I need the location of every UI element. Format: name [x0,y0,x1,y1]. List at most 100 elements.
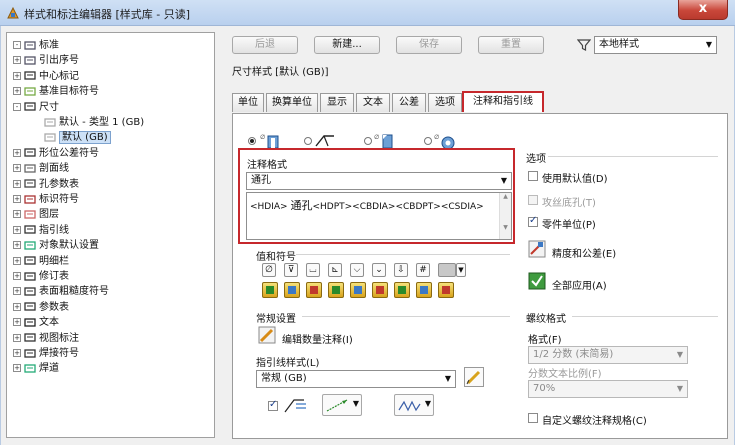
more-symbols-icon[interactable] [438,263,456,277]
part-units-checkbox[interactable] [528,215,538,227]
tree-expander-icon[interactable]: + [13,179,21,188]
tree-expander-icon[interactable]: + [13,318,21,327]
tree-item-hatch[interactable]: + 剖面线 [13,162,69,176]
cosmetic-thread-token-icon[interactable] [438,282,454,298]
apply-all-button-label[interactable]: 全部应用(A) [552,277,607,292]
chevron-down-icon[interactable]: ▼ [456,263,466,277]
radio-callout-note[interactable] [424,137,432,145]
thread-size-token-icon[interactable] [350,282,366,298]
tab-notes-leaders[interactable]: 注释和指引线 [462,91,544,112]
tree-item-leader[interactable]: + 指引线 [13,224,69,238]
edit-note-button-label[interactable]: 编辑数量注释(I) [282,331,353,346]
close-button[interactable]: x [678,0,728,20]
diameter-symbol-icon[interactable]: ∅ [262,263,276,277]
leader-style-dropdown[interactable]: ▼ [394,394,434,416]
hole-type-token-icon[interactable] [262,282,278,298]
precision-icon[interactable] [528,240,546,258]
tree-expander-icon[interactable]: + [13,364,21,373]
tree-expander-icon[interactable]: + [13,302,21,311]
note-format-text[interactable]: <HDIA> 通孔<HDPT><CBDIA><CBDPT><CSDIA> ▲ ▼ [246,192,512,240]
hole-size-token-icon[interactable] [328,282,344,298]
tree-item-weld-bead[interactable]: + 焊道 [13,362,59,376]
tree-expander-icon[interactable]: + [13,87,21,96]
apply-all-icon[interactable] [528,272,546,290]
precision-button-label[interactable]: 精度和公差(E) [552,245,616,260]
tree-item-parameter-table[interactable]: + 参数表 [13,301,69,315]
pattern-token-icon[interactable] [394,282,410,298]
cone-symbol-icon[interactable]: ⌵ [350,263,364,277]
tree-expander-icon[interactable]: + [13,241,21,250]
thru-symbol-icon[interactable]: ⇩ [394,263,408,277]
depth-symbol-icon[interactable]: ⊽ [284,263,298,277]
tree-item-balloon[interactable]: + 引出序号 [13,54,79,68]
tab-tolerance[interactable]: 公差 [392,93,426,112]
tree-expander-icon[interactable]: + [13,148,21,157]
tree-item-datum-target[interactable]: + 基准目标符号 [13,85,99,99]
new-button[interactable]: 新建... [314,36,380,54]
zigzag-leader-icon [398,400,421,412]
tree-expander-icon[interactable]: + [13,333,21,342]
tree-expander-icon[interactable]: + [13,349,21,357]
tab-options[interactable]: 选项 [428,93,462,112]
tree-item-parts-list[interactable]: + 明细栏 [13,255,69,269]
tab-display[interactable]: 显示 [320,93,354,112]
fraction-scale-select[interactable]: 70% ▼ [528,380,688,398]
tree-item-weld-symbol[interactable]: + 焊接符号 [13,347,79,361]
tree-expander-icon[interactable]: + [13,287,21,296]
thread-class-token-icon[interactable] [284,282,300,298]
tab-alt-units[interactable]: 换算单位 [266,93,318,112]
save-button[interactable]: 保存 [396,36,462,54]
tree-item-layer[interactable]: + 图层 [13,208,59,222]
tree-expander-icon[interactable]: + [13,195,21,203]
tab-text[interactable]: 文本 [356,93,390,112]
note-scrollbar[interactable]: ▲ ▼ [499,193,511,239]
tree-expander-icon[interactable]: + [13,71,21,80]
tree-item-surface-finish[interactable]: + 表面粗糙度符号 [13,285,109,299]
tree-item-object-defaults[interactable]: + 对象默认设置 [13,239,99,253]
tree-item-text[interactable]: + 文本 [13,316,59,330]
tree-expander-icon[interactable]: - [13,102,21,111]
custom-thread-checkbox[interactable] [528,413,538,423]
tree-expander-icon[interactable]: - [13,41,21,49]
tab-units[interactable]: 单位 [232,93,264,112]
number-symbol-icon[interactable]: # [416,263,430,277]
pencil-icon[interactable] [464,367,484,387]
tree-item-standard[interactable]: - 标准 [13,39,59,53]
tree-item-hole-table[interactable]: + 孔参数表 [13,178,79,192]
radio-chamfer-note[interactable] [364,137,372,145]
tree-item-revision-table[interactable]: + 修订表 [13,270,69,284]
tree-item-id-symbol[interactable]: + 标识符号 [13,193,79,207]
leader-attach-dropdown[interactable]: ▼ [322,394,362,416]
edit-note-icon[interactable] [258,326,276,344]
tree-item-dimension[interactable]: - 尺寸 [13,101,59,115]
fastener-token-icon[interactable] [306,282,322,298]
style-filter-select[interactable]: 本地样式 ▼ [594,36,717,54]
note-type-select[interactable]: 通孔 ▼ [246,172,512,190]
tree-expander-icon[interactable]: + [13,56,21,65]
tree-expander-icon[interactable]: + [13,256,21,265]
back-button[interactable]: 后退 [232,36,298,54]
tree-item-gdt[interactable]: + 形位公差符号 [13,147,99,161]
counterbore-checkbox[interactable] [528,195,538,205]
use-default-checkbox[interactable] [528,171,538,181]
tree-item-dim-type[interactable]: 默认 - 类型 1 (GB) [33,116,144,130]
style-tree[interactable]: - 标准 + 引出序号 + 中心标记 + 基准目标符号 - 尺寸 默认 - 类型 1 (GB) 默认 … [6,32,215,438]
spotface-symbol-icon[interactable]: ⌄ [372,263,386,277]
counterbore-depth-token-icon[interactable] [416,282,432,298]
tree-expander-icon[interactable]: + [13,272,21,280]
tree-item-dim-default[interactable]: 默认 (GB) [33,131,111,145]
tree-expander-icon[interactable]: + [13,164,21,173]
radio-thread-note[interactable] [304,137,312,145]
tree-expander-icon[interactable]: + [13,210,21,219]
radio-hole-note[interactable] [248,137,256,145]
leader-display-checkbox[interactable] [268,399,278,411]
leader-style-select[interactable]: 常规 (GB) ▼ [256,370,456,388]
reset-button[interactable]: 重置 [478,36,544,54]
tap-drill-token-icon[interactable] [372,282,388,298]
tree-item-center-mark[interactable]: + 中心标记 [13,70,79,84]
tree-expander-icon[interactable]: + [13,225,21,234]
tree-item-view-annotation[interactable]: + 视图标注 [13,332,79,346]
counterbore-symbol-icon[interactable]: ⌴ [306,263,320,277]
thread-format-select[interactable]: 1/2 分数 (末简易) ▼ [528,346,688,364]
countersink-symbol-icon[interactable]: ⊾ [328,263,342,277]
